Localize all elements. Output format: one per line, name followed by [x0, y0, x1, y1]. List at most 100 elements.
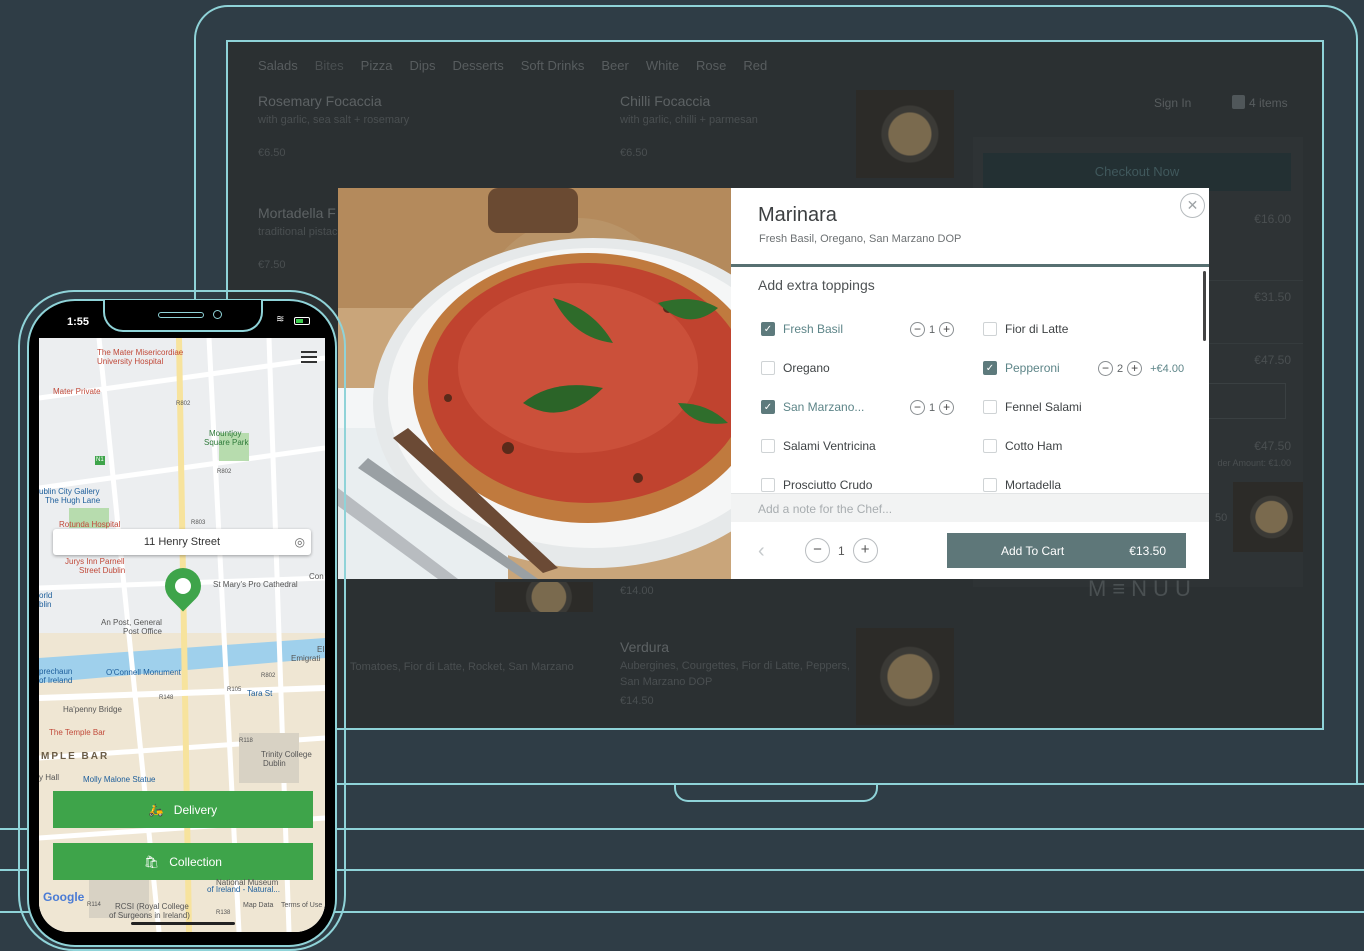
item-thumbnail: [856, 628, 954, 725]
checkbox-icon[interactable]: [761, 439, 775, 453]
item-title: Chilli Focaccia: [620, 93, 711, 109]
quantity-stepper[interactable]: − 1 +: [805, 538, 878, 563]
map-label: Tara St: [247, 689, 273, 698]
close-icon[interactable]: ✕: [1180, 193, 1205, 218]
nav-white[interactable]: White: [646, 58, 679, 73]
product-description: Fresh Basil, Oregano, San Marzano DOP: [759, 233, 962, 245]
plus-icon[interactable]: +: [852, 538, 878, 563]
map-label: Rotunda Hospital: [59, 520, 121, 529]
item-desc: with garlic, chilli + parmesan: [620, 114, 758, 126]
chevron-left-icon[interactable]: ‹: [758, 540, 765, 563]
map-label: Jurys Inn Parnell: [65, 557, 125, 566]
plus-icon[interactable]: +: [939, 322, 955, 337]
item-price: €14.50: [620, 695, 654, 707]
add-to-cart-button[interactable]: Add To Cart €13.50: [947, 533, 1186, 568]
status-time: 1:55: [67, 316, 90, 328]
plus-icon[interactable]: +: [939, 400, 955, 415]
map-label: Ha'penny Bridge: [63, 705, 122, 714]
topping-option[interactable]: ✓ Fresh Basil: [761, 322, 843, 336]
checkbox-checked-icon[interactable]: ✓: [761, 400, 775, 414]
cart-count[interactable]: 4 items: [1249, 96, 1288, 110]
nav-bites[interactable]: Bites: [315, 58, 344, 73]
map-label: St Mary's Pro Cathedral: [213, 580, 298, 589]
item-price: €14.00: [620, 585, 654, 597]
delivery-button[interactable]: 🛵 Delivery: [53, 791, 313, 828]
checkbox-icon[interactable]: [983, 322, 997, 336]
topping-option[interactable]: Prosciutto Crudo: [761, 478, 872, 492]
road-label: R802: [261, 673, 276, 679]
map-label: Con: [309, 572, 324, 581]
item-desc: San Marzano DOP: [620, 676, 713, 688]
topping-option[interactable]: Cotto Ham: [983, 439, 1062, 453]
map-label: Dublin: [263, 759, 286, 768]
toppings-heading: Add extra toppings: [758, 277, 875, 293]
checkbox-checked-icon[interactable]: ✓: [983, 361, 997, 375]
bag-icon: [1232, 95, 1245, 109]
minus-icon[interactable]: −: [1098, 361, 1113, 376]
nav-pizza[interactable]: Pizza: [361, 58, 393, 73]
collection-button[interactable]: 🛍 Collection: [53, 843, 313, 880]
checkbox-icon[interactable]: [761, 361, 775, 375]
checkbox-icon[interactable]: [983, 439, 997, 453]
map-label: University Hospital: [97, 357, 164, 366]
category-nav: Salads Bites Pizza Dips Desserts Soft Dr…: [258, 58, 767, 73]
nav-soft-drinks[interactable]: Soft Drinks: [521, 58, 585, 73]
minus-icon[interactable]: −: [910, 400, 925, 415]
topping-quantity-stepper[interactable]: − 1 +: [910, 322, 955, 337]
nav-salads[interactable]: Salads: [258, 58, 298, 73]
menuu-logo: M≡NUU: [1088, 576, 1197, 601]
nav-rose[interactable]: Rose: [696, 58, 726, 73]
topping-option[interactable]: Mortadella: [983, 478, 1061, 492]
map-label: Mountjoy: [209, 429, 242, 438]
address-search-bar[interactable]: 11 Henry Street ◎: [53, 529, 311, 555]
topping-quantity-stepper[interactable]: − 2 + +€4.00: [1098, 361, 1184, 376]
map-label: prechaun: [39, 667, 73, 676]
home-indicator: [131, 922, 235, 925]
checkbox-checked-icon[interactable]: ✓: [761, 322, 775, 336]
topping-option[interactable]: Fior di Latte: [983, 322, 1068, 336]
collection-label: Collection: [169, 854, 222, 869]
nav-dips[interactable]: Dips: [409, 58, 435, 73]
item-price: €6.50: [620, 147, 648, 159]
menu-item[interactable]: Mortadella F traditional pistac €7.50: [258, 205, 338, 271]
plus-icon[interactable]: +: [1127, 361, 1143, 376]
topping-label: Prosciutto Crudo: [783, 478, 873, 492]
checkbox-icon[interactable]: [983, 400, 997, 414]
locate-icon[interactable]: ◎: [295, 529, 305, 555]
topping-option[interactable]: ✓ Pepperoni: [983, 361, 1060, 375]
terms-link[interactable]: Terms of Use: [281, 901, 322, 910]
topping-option[interactable]: Salami Ventricina: [761, 439, 876, 453]
minus-icon[interactable]: −: [910, 322, 925, 337]
pizza-photo: [338, 188, 731, 579]
topping-option[interactable]: ✓ San Marzano...: [761, 400, 864, 414]
topping-option[interactable]: Oregano: [761, 361, 830, 375]
menu-item[interactable]: Chilli Focaccia with garlic, chilli + pa…: [620, 93, 758, 159]
toppings-list[interactable]: Add extra toppings ✓ Fresh Basil − 1 + F…: [731, 267, 1209, 493]
map-data-link[interactable]: Map Data: [243, 901, 273, 910]
map-label: The Mater Misericordiae: [97, 348, 184, 357]
item-desc: Tomatoes, Fior di Latte, Rocket, San Mar…: [350, 661, 574, 673]
map-label: Square Park: [204, 438, 249, 447]
checkbox-icon[interactable]: [761, 478, 775, 492]
sign-in-link[interactable]: Sign In: [1154, 96, 1191, 110]
product-modal: Marinara Fresh Basil, Oregano, San Marza…: [338, 188, 1209, 579]
scrollbar[interactable]: [1203, 271, 1206, 341]
hamburger-menu-icon[interactable]: [301, 351, 317, 363]
scooter-icon: 🛵: [148, 802, 164, 817]
menu-item[interactable]: Rosemary Focaccia with garlic, sea salt …: [258, 93, 409, 159]
road-label: R803: [191, 520, 206, 526]
battery-icon: [294, 317, 310, 325]
map-label: Trinity College: [261, 750, 312, 759]
chef-note-input[interactable]: Add a note for the Chef...: [731, 493, 1209, 522]
nav-beer[interactable]: Beer: [601, 58, 628, 73]
menu-item[interactable]: Verdura Aubergines, Courgettes, Fior di …: [620, 639, 850, 707]
map-label: RCSI (Royal College: [115, 902, 189, 911]
item-thumbnail: [495, 582, 593, 612]
topping-quantity-stepper[interactable]: − 1 +: [910, 400, 955, 415]
topping-option[interactable]: Fennel Salami: [983, 400, 1082, 414]
checkbox-icon[interactable]: [983, 478, 997, 492]
minus-icon[interactable]: −: [805, 538, 830, 563]
checkout-button[interactable]: Checkout Now: [983, 153, 1291, 191]
nav-desserts[interactable]: Desserts: [452, 58, 503, 73]
nav-red[interactable]: Red: [743, 58, 767, 73]
